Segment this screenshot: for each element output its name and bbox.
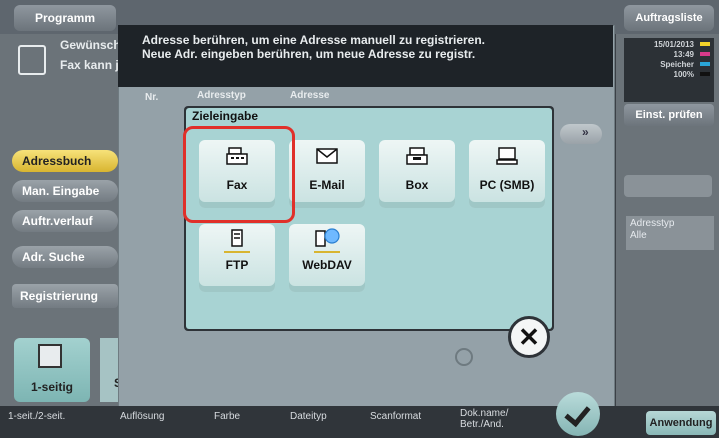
instruction-line2: Neue Adr. eingeben berühren, um neue Adr… <box>142 47 476 61</box>
status-date: 15/01/2013 <box>653 40 694 49</box>
toner-cyan-bar <box>700 62 710 66</box>
chevron-down-icon[interactable] <box>455 348 473 366</box>
addresstype-label: Adresstyp <box>630 218 675 229</box>
duplex-setting-label[interactable]: 1-seit./2-seit. <box>8 411 65 422</box>
fax-selection-highlight <box>183 126 295 223</box>
docname-line2: Betr./And. <box>460 419 504 430</box>
box-icon <box>406 147 428 165</box>
popup-title: Zieleingabe <box>192 109 259 123</box>
register-button[interactable]: Registrierung <box>12 284 118 308</box>
instruction-line1: Adresse berühren, um eine Adresse manuel… <box>142 33 486 47</box>
program-tab[interactable]: Programm <box>14 5 116 31</box>
duplex-icon <box>38 344 62 368</box>
toner-black-bar <box>700 72 710 76</box>
close-icon[interactable]: ✕ <box>508 316 550 358</box>
addresstype-value: Alle <box>630 230 647 241</box>
resolution-setting-label[interactable]: Auflösung <box>120 411 164 422</box>
confirm-check-button[interactable] <box>556 392 600 436</box>
addressbook-button[interactable]: Adressbuch <box>12 150 118 172</box>
filetype-setting-label[interactable]: Dateityp <box>290 411 327 422</box>
apply-button[interactable]: Anwendung <box>646 411 716 435</box>
duplex-label: 1-seitig <box>30 380 73 394</box>
job-list-tab[interactable]: Auftragsliste <box>624 5 714 31</box>
webdav-label: WebDAV <box>302 258 352 272</box>
dialog-instruction: Adresse berühren, um eine Adresse manuel… <box>142 33 485 61</box>
status-memory-value: 100% <box>673 70 694 79</box>
webdav-underline <box>314 251 340 253</box>
computer-icon <box>496 147 518 165</box>
manual-entry-button[interactable]: Man. Eingabe <box>12 180 118 202</box>
status-time: 13:49 <box>673 50 694 59</box>
email-label: E-Mail <box>309 178 345 192</box>
ftp-server-icon <box>231 229 243 247</box>
ftp-underline <box>224 251 250 253</box>
scanformat-setting-label[interactable]: Scanformat <box>370 411 421 422</box>
docname-setting-label[interactable]: Dok.name/ Betr./And. <box>460 408 508 430</box>
double-chevron-right-icon: » <box>582 125 589 139</box>
color-setting-label[interactable]: Farbe <box>214 411 240 422</box>
bottom-bar <box>0 406 719 438</box>
job-history-button[interactable]: Auftr.verlauf <box>12 210 118 232</box>
address-search-button[interactable]: Adr. Suche <box>12 246 118 268</box>
box-label: Box <box>405 178 429 192</box>
column-address: Adresse <box>290 90 330 101</box>
ftp-label: FTP <box>225 258 249 272</box>
addresstype-filter[interactable]: Adresstyp Alle <box>626 216 714 250</box>
view-toggle[interactable] <box>624 175 712 197</box>
status-memory-label: Speicher <box>660 60 694 69</box>
column-nr: Nr. <box>145 92 159 103</box>
envelope-icon <box>316 148 338 164</box>
next-page-button[interactable]: » <box>560 124 602 144</box>
column-addresstype: Adresstyp <box>197 90 246 101</box>
toner-yellow-bar <box>700 42 710 46</box>
docname-line1: Dok.name/ <box>460 408 509 419</box>
toner-magenta-bar <box>700 52 710 56</box>
check-settings-button[interactable]: Einst. prüfen <box>624 104 714 126</box>
pc-smb-label: PC (SMB) <box>479 178 535 192</box>
document-icon <box>18 45 46 75</box>
status-panel: 15/01/2013 13:49 Speicher 100% <box>624 38 714 102</box>
webdav-icon <box>315 228 340 247</box>
